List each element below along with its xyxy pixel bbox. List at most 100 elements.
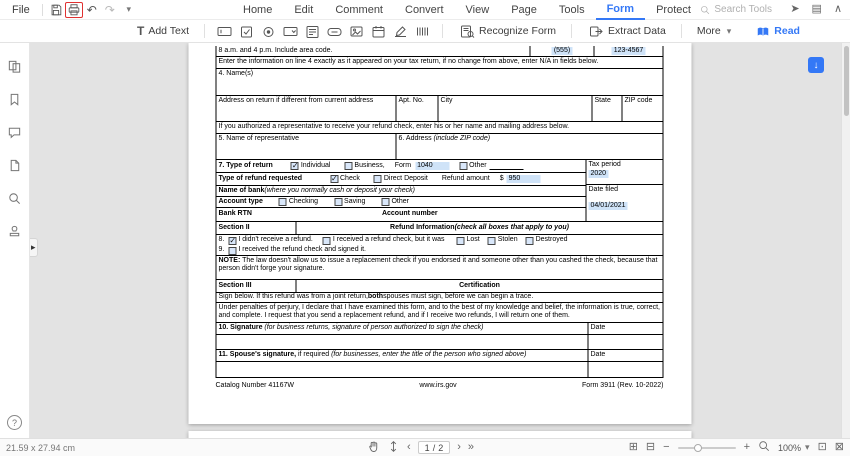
help-button[interactable]: ? xyxy=(7,415,22,430)
tab-tools[interactable]: Tools xyxy=(548,0,596,20)
date11-field[interactable] xyxy=(589,362,663,377)
state-field[interactable]: State xyxy=(593,96,623,121)
date-field-button[interactable] xyxy=(370,23,387,39)
checkbox-no-refund[interactable] xyxy=(228,236,237,245)
fit-page-button[interactable]: ⊡ xyxy=(818,442,827,453)
zoom-in-button[interactable]: + xyxy=(744,442,750,453)
dock-panel-button[interactable]: ↓ xyxy=(808,57,824,73)
fit-width-button[interactable]: ⊠ xyxy=(835,442,844,453)
vertical-scrollbar[interactable] xyxy=(841,43,850,438)
collapse-toolbar-icon[interactable]: ∧ xyxy=(834,4,842,15)
checkbox-signed[interactable] xyxy=(228,246,237,255)
last-page-button[interactable]: » xyxy=(468,442,474,453)
signature10-field[interactable] xyxy=(217,335,589,349)
checkbox-other-return[interactable] xyxy=(459,162,468,170)
tax-period-field[interactable]: 2020 xyxy=(588,170,609,179)
search-panel-button[interactable] xyxy=(5,189,25,207)
add-text-button[interactable]: T Add Text xyxy=(133,22,193,40)
barcode-field-button[interactable] xyxy=(414,23,431,39)
checkbox-check[interactable] xyxy=(330,174,338,183)
city-field[interactable]: City xyxy=(439,96,593,121)
combo-box-button[interactable] xyxy=(282,23,299,39)
redo-button[interactable]: ↷ xyxy=(101,2,119,18)
tab-home[interactable]: Home xyxy=(232,0,283,20)
chevron-down-icon: ▾ xyxy=(726,25,732,36)
signature-field-button[interactable] xyxy=(392,23,409,39)
recognize-form-button[interactable]: Recognize Form xyxy=(454,21,560,41)
date10-field[interactable] xyxy=(589,335,663,349)
next-page-button[interactable]: › xyxy=(457,442,461,453)
checkbox-saving[interactable] xyxy=(334,198,343,206)
scrollbar-thumb[interactable] xyxy=(844,46,849,116)
rep-name-field[interactable]: 5. Name of representative xyxy=(217,134,397,159)
list-box-button[interactable] xyxy=(304,23,321,39)
phone-number-field[interactable]: 123-4567 xyxy=(611,46,646,56)
signature11-field[interactable] xyxy=(217,362,589,377)
checkbox-received-check[interactable] xyxy=(322,236,331,245)
customize-toolbar-button[interactable]: ▾ xyxy=(119,2,137,18)
rep-address-field[interactable]: 6. Address (include ZIP code) xyxy=(397,134,663,159)
checkbox-business[interactable] xyxy=(344,162,353,170)
undo-button[interactable]: ↶ xyxy=(83,2,101,18)
previous-page-button[interactable]: ‹ xyxy=(407,442,411,453)
check-box-button[interactable] xyxy=(238,23,255,39)
checkbox-stolen[interactable] xyxy=(487,236,496,245)
tab-comment[interactable]: Comment xyxy=(324,0,394,20)
tab-form[interactable]: Form xyxy=(595,0,646,20)
stolen-label: Stolen xyxy=(497,236,518,244)
other-return-field[interactable] xyxy=(489,163,524,170)
tab-page[interactable]: Page xyxy=(500,0,548,20)
bookmark-panel-button[interactable] xyxy=(5,90,25,108)
save-button[interactable] xyxy=(47,2,65,18)
read-mode-toggle[interactable]: Read xyxy=(752,23,804,40)
phone-area-field[interactable]: (555) xyxy=(551,46,573,56)
attachment-panel-button[interactable] xyxy=(5,156,25,174)
hand-tool-button[interactable] xyxy=(367,440,380,456)
checkbox-destroyed[interactable] xyxy=(525,236,534,245)
push-button-button[interactable] xyxy=(326,23,343,39)
checkbox-checking[interactable] xyxy=(278,198,287,206)
zoom-slider[interactable] xyxy=(677,443,736,452)
form-number-field[interactable]: 1040 xyxy=(415,161,450,171)
tab-edit[interactable]: Edit xyxy=(283,0,324,20)
view-grid-button[interactable]: ⊞ xyxy=(629,442,638,453)
stamp-panel-button[interactable] xyxy=(5,222,25,240)
zip-field[interactable]: ZIP code xyxy=(623,96,663,121)
page-input[interactable]: 1 / 2 xyxy=(417,441,451,454)
table-row: 8 a.m. and 4 p.m. Include area code. (55… xyxy=(216,46,663,57)
tab-protect[interactable]: Protect xyxy=(645,0,702,20)
more-button[interactable]: More ▾ xyxy=(693,23,735,39)
checkbox-other-account[interactable] xyxy=(381,198,390,206)
text-field-button[interactable] xyxy=(216,23,233,39)
share-icon[interactable]: ➤ xyxy=(790,4,799,15)
tab-convert[interactable]: Convert xyxy=(394,0,455,20)
sidebar-expand-handle[interactable]: ▸ xyxy=(30,238,38,257)
section3-label: Section III xyxy=(218,281,252,289)
address-field[interactable]: Address on return if different from curr… xyxy=(217,96,397,121)
name-field[interactable]: 4. Name(s) xyxy=(217,69,663,95)
zoom-level-dropdown[interactable]: 100% ▾ xyxy=(778,442,810,453)
date-filed-field[interactable]: 04/01/2021 xyxy=(588,202,628,211)
extract-data-button[interactable]: Extract Data xyxy=(583,21,670,41)
panel-layout-icon[interactable]: ▤ xyxy=(812,4,822,15)
zoom-search-button[interactable] xyxy=(758,440,770,455)
search-tools-input[interactable]: Search Tools xyxy=(700,4,772,15)
refund-amount-field[interactable]: 950 xyxy=(506,174,541,184)
radio-button-button[interactable] xyxy=(260,23,277,39)
checkbox-individual[interactable] xyxy=(290,161,299,170)
thumbnail-panel-button[interactable] xyxy=(5,57,25,75)
scroll-mode-button[interactable] xyxy=(387,440,400,456)
comment-panel-button[interactable] xyxy=(5,123,25,141)
zoom-slider-knob[interactable] xyxy=(693,443,702,452)
checkbox-direct-deposit[interactable] xyxy=(373,175,382,183)
file-menu[interactable]: File xyxy=(8,4,38,16)
image-field-button[interactable] xyxy=(348,23,365,39)
tab-view[interactable]: View xyxy=(455,0,501,20)
zoom-out-button[interactable]: − xyxy=(663,442,669,453)
apt-field[interactable]: Apt. No. xyxy=(397,96,439,121)
single-page-button[interactable]: ⊟ xyxy=(646,442,655,453)
chevrons-right-icon: » xyxy=(467,441,475,453)
print-button[interactable] xyxy=(64,1,83,18)
checkbox-lost[interactable] xyxy=(456,236,465,245)
section2-label: Section II xyxy=(218,223,250,231)
